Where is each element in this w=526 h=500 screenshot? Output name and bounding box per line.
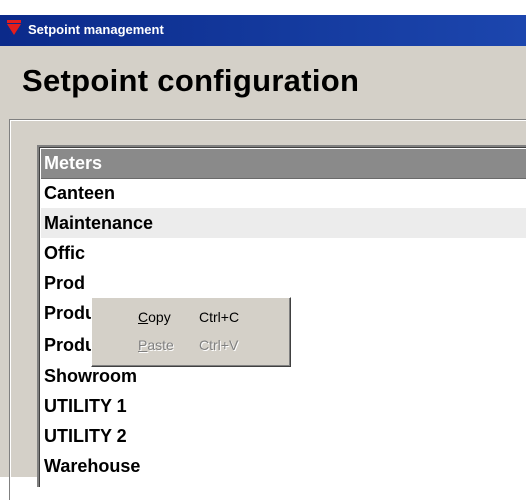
list-item-label: UTILITY 2 <box>44 426 127 446</box>
list-item-office[interactable]: Offic <box>41 238 526 268</box>
main-panel: Setpoint configuration Meters Canteen Ma… <box>0 46 526 500</box>
meters-column-header-label: Meters <box>44 153 103 173</box>
list-item-label: Offic <box>44 243 86 263</box>
app-logo-icon <box>7 20 21 35</box>
title-bar: Setpoint management <box>0 0 526 46</box>
list-item-maintenance[interactable]: Maintenance <box>41 208 526 238</box>
list-item-utility-2[interactable]: UTILITY 2 <box>41 421 526 451</box>
menu-item-paste[interactable]: Paste Ctrl+V <box>95 332 285 358</box>
meters-column-header[interactable]: Meters <box>41 149 526 179</box>
window-title: Setpoint management <box>28 22 164 37</box>
context-menu: Copy Ctrl+C Paste Ctrl+V <box>91 297 291 367</box>
list-item-utility-1[interactable]: UTILITY 1 <box>41 391 526 421</box>
menu-item-paste-shortcut: Ctrl+V <box>199 337 239 353</box>
list-item-canteen[interactable]: Canteen <box>41 178 526 208</box>
menu-item-copy-label: Copy <box>138 309 171 325</box>
page-title: Setpoint configuration <box>22 63 360 98</box>
list-item-label: UTILITY 1 <box>44 396 127 416</box>
list-item-production-a[interactable]: Prod <box>41 268 526 298</box>
list-item-label: Maintenance <box>44 213 154 233</box>
menu-item-copy[interactable]: Copy Ctrl+C <box>95 304 285 330</box>
menu-item-copy-shortcut: Ctrl+C <box>199 309 240 325</box>
list-item-label: Canteen <box>44 183 116 203</box>
list-item-label: Prod <box>44 273 86 293</box>
menu-item-paste-label: Paste <box>138 337 174 353</box>
